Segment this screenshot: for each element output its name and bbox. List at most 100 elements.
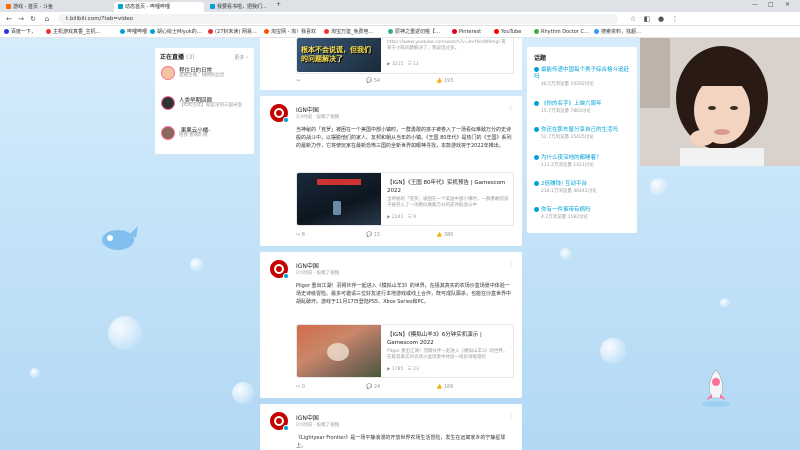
tab-bilibili-other[interactable]: 我要看书啦，把我们… — [206, 2, 272, 12]
post-time: 2小时前 · 投稿了视频 — [296, 271, 340, 276]
video-desc: 当神秘的「克罗」被困在一个美国中部小镇时，一群勇敢的孩子被卷入了一场看似难敌万分… — [387, 197, 509, 208]
bookmark-genshin[interactable]: 原神之重返切喔【… — [388, 28, 440, 36]
bookmark-search[interactable]: 搜索资料，找超… — [594, 28, 641, 36]
video-embed[interactable]: 【IGN】《王国 80年代》实机预告 | Gamescom 2022 当神秘的「… — [296, 172, 514, 226]
topic-item[interactable]: 最能传递中国每个男子综合格斗追赶吗 46.5万浏览量 10292讨论 — [534, 67, 634, 87]
danmaku-icon: ☰ — [407, 215, 412, 220]
bookmark-bilibili[interactable]: 哔哩哔哩 — [120, 28, 147, 36]
minimize-icon[interactable]: — — [752, 1, 758, 8]
live-more-link[interactable]: 更多 › — [234, 54, 248, 61]
feed-card: IGN中国 2小时前 · 投稿了视频 ⋮ 《Lightyear Frontier… — [260, 404, 522, 450]
tab-bilibili-dynamic[interactable]: 动态首页 - 哔哩哔哩 — [114, 2, 204, 12]
danmaku-icon: ☰ — [407, 367, 412, 372]
play-icon: ▶ — [387, 215, 391, 220]
rocket-widget-icon[interactable] — [696, 368, 736, 408]
post-username[interactable]: IGN中国 — [296, 105, 319, 114]
bookmarks-bar: 百度一下， 主机游戏真香_主机… 哔哩哔哩 胡心绘士Miyuk的… (27封未读… — [0, 26, 800, 38]
live-item-desc: 给我 看咖叭哦 — [179, 133, 208, 138]
topic-item[interactable]: 2倍赚钱! 互动平台 218.1万浏览量 46442讨论 — [534, 181, 634, 194]
like-button[interactable]: 👍 193 — [436, 78, 453, 84]
bookmark-taobao-2[interactable]: 淘宝万鉴_免费电… — [324, 28, 374, 36]
url-field[interactable]: t.bilibili.com/?tab=video — [58, 14, 618, 24]
star-bookmark-icon[interactable]: ☆ — [628, 14, 638, 24]
live-item[interactable]: .果果云小橘- 给我 看咖叭哦 — [161, 126, 251, 150]
tab-douyu[interactable]: 游戏 - 首页 - 斗鱼 — [2, 2, 112, 12]
live-panel: 正在直播 (3) 更多 › 程住日的日常 直播主播：胡桃粉丝团 人类早期回廊 【… — [155, 48, 254, 154]
post-actions: ↪ 💬 54 👍 193 — [296, 78, 514, 88]
pinterest-icon — [452, 29, 457, 34]
streamer-webcam — [640, 38, 800, 166]
hashtag-icon — [534, 155, 539, 160]
feed-card-partial: 根本不会说谎，但我们的问题解决了 https://www.youtube.com… — [260, 38, 522, 90]
video-stats: ▶ 3215 ☰ 11 — [387, 62, 419, 67]
more-options-icon[interactable]: ⋮ — [508, 105, 514, 112]
site-icon — [324, 29, 329, 34]
play-icon: ▶ — [387, 367, 391, 372]
bookmark-baidu[interactable]: 百度一下， — [4, 28, 36, 36]
back-arrow-icon[interactable]: ← — [4, 14, 14, 24]
video-embed[interactable]: 【IGN】《模拟山羊3》6分钟实机演示 | Gamescom 2022 Pilg… — [296, 324, 514, 378]
live-item[interactable]: 人类早期回廊 【哔哔百年】就是深刻三国米饭 — [161, 96, 251, 120]
topic-item[interactable]: 《你的名字》上映六周年 15.7万浏览量 7863讨论 — [534, 101, 634, 114]
topic-item[interactable]: 你有一件事带有病吗 4.2万浏览量 1582讨论 — [534, 207, 634, 220]
verified-icon — [283, 117, 289, 123]
comment-button[interactable]: 💬 54 — [366, 78, 380, 84]
maximize-icon[interactable]: □ — [768, 1, 774, 8]
share-button[interactable]: ↪ — [296, 78, 300, 84]
thumbnail-caption: 根本不会说谎，但我们的问题解决了 — [301, 46, 371, 63]
post-username[interactable]: IGN中国 — [296, 261, 319, 270]
topic-item[interactable]: 你还在那东屋分享自己的生活吗 52.7万浏览量 15425讨论 — [534, 127, 634, 140]
post-username[interactable]: IGN中国 — [296, 413, 319, 422]
extension-icon[interactable]: ◧ — [642, 14, 652, 24]
forward-arrow-icon[interactable]: → — [16, 14, 26, 24]
video-thumbnail[interactable] — [297, 325, 381, 377]
douyu-favicon-icon — [6, 4, 11, 9]
close-icon[interactable]: ✕ — [785, 1, 790, 8]
thumbnail-goat — [327, 343, 349, 361]
video-embed[interactable]: 根本不会说谎，但我们的问题解决了 https://www.youtube.com… — [296, 38, 514, 74]
feed-card: IGN中国 2小时前 · 投稿了视频 ⋮ Pilgor 重出江湖！羽臂伙伴一起进… — [260, 252, 522, 398]
more-options-icon[interactable]: ⋮ — [508, 413, 514, 420]
decor-bubble — [30, 368, 40, 378]
like-button[interactable]: 👍 166 — [436, 384, 453, 390]
bilibili-favicon-icon — [118, 4, 123, 9]
video-title[interactable]: 【IGN】《王国 80年代》实机预告 | Gamescom 2022 — [387, 179, 509, 195]
decor-bubble — [600, 338, 626, 364]
bilibili-icon — [150, 29, 155, 34]
bookmark-taobao[interactable]: 淘宝网 - 淘！我喜欢 — [264, 28, 316, 36]
bookmark-pinterest[interactable]: Pinterest — [452, 28, 481, 36]
bookmark-rhythm-doctor[interactable]: Rhythm Doctor C… — [534, 28, 589, 36]
share-button[interactable]: ↪ 8 — [296, 232, 305, 238]
dolphin-decor-icon — [102, 226, 138, 250]
bookmark-netease-mail[interactable]: (27封未读) 网易… — [208, 28, 257, 36]
share-button[interactable]: ↪ 0 — [296, 384, 305, 390]
more-options-icon[interactable]: ⋮ — [508, 261, 514, 268]
like-button[interactable]: 👍 380 — [436, 232, 453, 238]
decor-bubble — [720, 298, 730, 308]
post-actions: ↪ 8 💬 15 👍 380 — [296, 232, 514, 242]
profile-icon[interactable]: ● — [656, 14, 666, 24]
video-thumbnail[interactable]: 根本不会说谎，但我们的问题解决了 — [297, 38, 381, 72]
comment-button[interactable]: 💬 15 — [366, 232, 380, 238]
bookmark-miyuki[interactable]: 胡心绘士Miyuk的… — [150, 28, 202, 36]
live-item[interactable]: 程住日的日常 直播主播：胡桃粉丝团 — [161, 66, 251, 90]
bookmark-youtube[interactable]: YouTube — [494, 28, 521, 36]
taobao-icon — [264, 29, 269, 34]
menu-dots-icon[interactable]: ⋮ — [670, 14, 680, 24]
topic-item[interactable]: 为什么夜深地的都睡着？ 111.2万浏览量 1421讨论 — [534, 155, 634, 168]
new-tab-plus-icon[interactable]: + — [276, 1, 281, 8]
decor-bubble — [232, 382, 254, 404]
avatar — [161, 126, 175, 140]
video-title[interactable]: 【IGN】《模拟山羊3》6分钟实机演示 | Gamescom 2022 — [387, 331, 509, 347]
search-icon — [594, 29, 599, 34]
reload-icon[interactable]: ↻ — [28, 14, 38, 24]
home-icon[interactable]: ⌂ — [42, 14, 52, 24]
post-actions: ↪ 0 💬 24 👍 166 — [296, 384, 514, 394]
video-thumbnail[interactable] — [297, 173, 381, 225]
bookmark-console-games[interactable]: 主机游戏真香_主机… — [46, 28, 101, 36]
topics-header: 话题 — [534, 55, 547, 62]
video-stats: ▶ 1785 ☰ 23 — [387, 367, 419, 372]
play-icon: ▶ — [387, 62, 391, 67]
comment-button[interactable]: 💬 24 — [366, 384, 380, 390]
verified-icon — [283, 425, 289, 431]
